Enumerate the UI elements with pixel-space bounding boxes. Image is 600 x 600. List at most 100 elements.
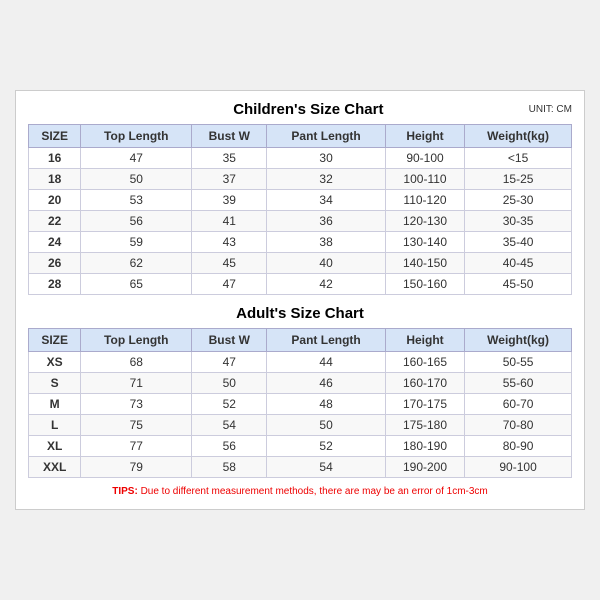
- adult-title-row: Adult's Size Chart: [28, 305, 572, 322]
- table-cell: 48: [267, 394, 386, 415]
- tips-text: Due to different measurement methods, th…: [141, 486, 488, 497]
- chart-container: Children's Size Chart UNIT: CM SIZE Top …: [15, 90, 585, 510]
- table-cell: 175-180: [385, 415, 464, 436]
- adult-table: SIZE Top Length Bust W Pant Length Heigh…: [28, 328, 572, 478]
- table-cell: 47: [81, 148, 192, 169]
- table-cell: 20: [29, 190, 81, 211]
- table-cell: XL: [29, 436, 81, 457]
- table-row: 22564136120-13030-35: [29, 211, 572, 232]
- table-cell: XS: [29, 352, 81, 373]
- table-cell: 39: [192, 190, 267, 211]
- table-cell: 73: [81, 394, 192, 415]
- tips-label: TIPS:: [112, 486, 140, 497]
- col-top-length: Top Length: [81, 125, 192, 148]
- table-cell: L: [29, 415, 81, 436]
- table-cell: 18: [29, 169, 81, 190]
- table-cell: 28: [29, 274, 81, 295]
- children-header-row: SIZE Top Length Bust W Pant Length Heigh…: [29, 125, 572, 148]
- table-cell: 56: [81, 211, 192, 232]
- table-row: L755450175-18070-80: [29, 415, 572, 436]
- adult-col-pant-length: Pant Length: [267, 329, 386, 352]
- table-row: 18503732100-11015-25: [29, 169, 572, 190]
- table-cell: 50: [267, 415, 386, 436]
- table-cell: 50: [81, 169, 192, 190]
- table-cell: 160-170: [385, 373, 464, 394]
- table-cell: 34: [267, 190, 386, 211]
- table-cell: 90-100: [465, 457, 572, 478]
- table-cell: 60-70: [465, 394, 572, 415]
- adult-chart-title: Adult's Size Chart: [88, 305, 512, 322]
- table-cell: 35: [192, 148, 267, 169]
- table-cell: 170-175: [385, 394, 464, 415]
- table-cell: M: [29, 394, 81, 415]
- table-row: M735248170-17560-70: [29, 394, 572, 415]
- table-cell: 52: [267, 436, 386, 457]
- table-cell: 40-45: [465, 253, 572, 274]
- table-cell: 25-30: [465, 190, 572, 211]
- table-cell: 62: [81, 253, 192, 274]
- table-cell: 22: [29, 211, 81, 232]
- table-cell: 100-110: [385, 169, 464, 190]
- table-cell: 80-90: [465, 436, 572, 457]
- table-cell: 47: [192, 274, 267, 295]
- table-cell: 54: [192, 415, 267, 436]
- table-cell: 53: [81, 190, 192, 211]
- col-pant-length: Pant Length: [267, 125, 386, 148]
- table-cell: 160-165: [385, 352, 464, 373]
- adult-col-bust-w: Bust W: [192, 329, 267, 352]
- table-cell: 58: [192, 457, 267, 478]
- table-cell: 70-80: [465, 415, 572, 436]
- children-chart-title: Children's Size Chart: [88, 101, 529, 118]
- col-size: SIZE: [29, 125, 81, 148]
- adult-col-height: Height: [385, 329, 464, 352]
- table-cell: 150-160: [385, 274, 464, 295]
- table-cell: <15: [465, 148, 572, 169]
- table-row: XL775652180-19080-90: [29, 436, 572, 457]
- table-cell: 59: [81, 232, 192, 253]
- table-cell: 41: [192, 211, 267, 232]
- table-cell: 90-100: [385, 148, 464, 169]
- table-cell: 35-40: [465, 232, 572, 253]
- adult-col-top-length: Top Length: [81, 329, 192, 352]
- adult-col-size: SIZE: [29, 329, 81, 352]
- table-cell: 46: [267, 373, 386, 394]
- table-cell: 50: [192, 373, 267, 394]
- table-cell: 56: [192, 436, 267, 457]
- unit-label: UNIT: CM: [529, 104, 572, 115]
- table-cell: 30-35: [465, 211, 572, 232]
- table-cell: 54: [267, 457, 386, 478]
- table-cell: 65: [81, 274, 192, 295]
- table-cell: 43: [192, 232, 267, 253]
- table-row: 20533934110-12025-30: [29, 190, 572, 211]
- table-cell: 180-190: [385, 436, 464, 457]
- table-cell: 55-60: [465, 373, 572, 394]
- table-cell: 120-130: [385, 211, 464, 232]
- table-cell: 190-200: [385, 457, 464, 478]
- table-cell: 37: [192, 169, 267, 190]
- adult-col-weight: Weight(kg): [465, 329, 572, 352]
- table-cell: 50-55: [465, 352, 572, 373]
- tips-row: TIPS: Due to different measurement metho…: [28, 486, 572, 497]
- children-title-row: Children's Size Chart UNIT: CM: [28, 101, 572, 118]
- table-cell: 79: [81, 457, 192, 478]
- table-cell: 40: [267, 253, 386, 274]
- table-cell: 15-25: [465, 169, 572, 190]
- table-row: S715046160-17055-60: [29, 373, 572, 394]
- table-cell: 71: [81, 373, 192, 394]
- col-height: Height: [385, 125, 464, 148]
- table-cell: 24: [29, 232, 81, 253]
- table-cell: 52: [192, 394, 267, 415]
- table-cell: 45-50: [465, 274, 572, 295]
- table-row: XS684744160-16550-55: [29, 352, 572, 373]
- table-cell: 45: [192, 253, 267, 274]
- table-row: 24594338130-14035-40: [29, 232, 572, 253]
- col-bust-w: Bust W: [192, 125, 267, 148]
- table-row: XXL795854190-20090-100: [29, 457, 572, 478]
- table-cell: 110-120: [385, 190, 464, 211]
- table-cell: 30: [267, 148, 386, 169]
- table-cell: 130-140: [385, 232, 464, 253]
- table-row: 26624540140-15040-45: [29, 253, 572, 274]
- table-row: 1647353090-100<15: [29, 148, 572, 169]
- table-row: 28654742150-16045-50: [29, 274, 572, 295]
- adult-header-row: SIZE Top Length Bust W Pant Length Heigh…: [29, 329, 572, 352]
